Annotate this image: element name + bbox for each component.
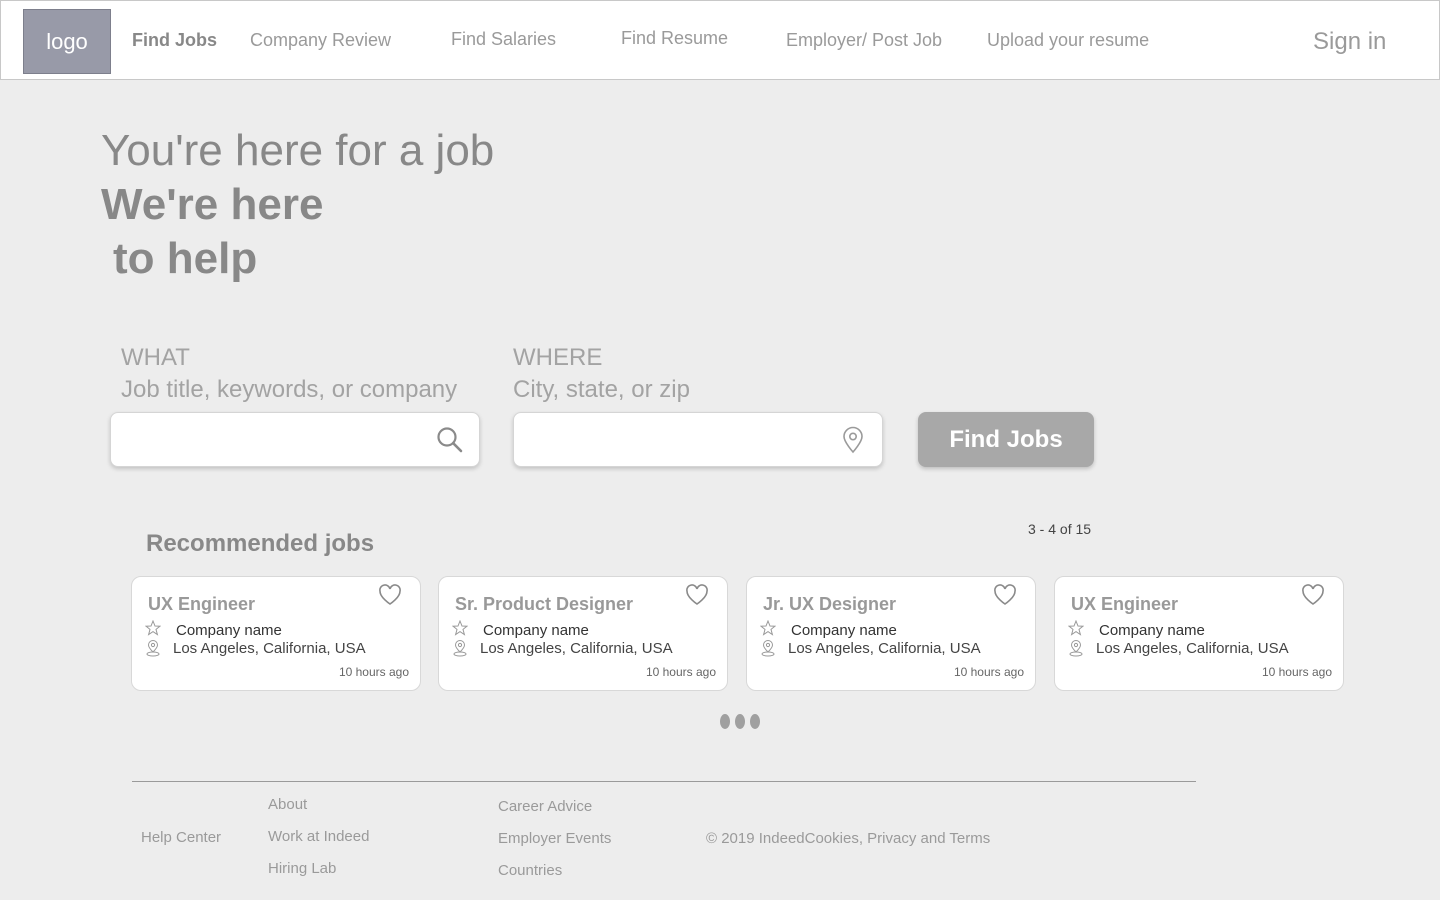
posted-time: 10 hours ago — [338, 665, 409, 679]
recommended-jobs-title: Recommended jobs — [146, 530, 375, 557]
nav-find-salaries[interactable]: Find Salaries — [451, 29, 556, 50]
hero-heading: You're here for a job — [101, 126, 495, 175]
job-card[interactable]: UX Engineer Company name Los Angeles, Ca… — [131, 576, 421, 691]
what-label: WHAT — [121, 344, 190, 371]
star-icon — [452, 620, 468, 636]
job-title: UX Engineer — [1071, 594, 1179, 614]
company-name: Company name — [1099, 622, 1205, 639]
nav-company-review[interactable]: Company Review — [250, 30, 391, 51]
job-location: Los Angeles, California, USA — [788, 640, 981, 657]
company-name: Company name — [483, 622, 589, 639]
hero-subheading-line-2: to help — [113, 234, 258, 283]
heart-icon[interactable] — [1301, 584, 1325, 606]
find-jobs-button[interactable]: Find Jobs — [918, 412, 1094, 467]
where-search-field — [513, 412, 883, 467]
nav-employer-post-job[interactable]: Employer/ Post Job — [786, 30, 942, 51]
footer-countries[interactable]: Countries — [498, 862, 562, 879]
posted-time: 10 hours ago — [1261, 665, 1332, 679]
hero-subheading-line-1: We're here — [101, 180, 324, 229]
top-navigation-bar: logo Find Jobs Company Review Find Salar… — [0, 0, 1440, 80]
where-input[interactable] — [514, 413, 882, 466]
footer-divider — [132, 781, 1196, 782]
job-card[interactable]: UX Engineer Company name Los Angeles, Ca… — [1054, 576, 1344, 691]
heart-icon[interactable] — [685, 584, 709, 606]
where-label: WHERE — [513, 344, 603, 371]
star-icon — [145, 620, 161, 636]
footer-help-center[interactable]: Help Center — [141, 829, 221, 846]
where-hint: City, state, or zip — [513, 376, 690, 403]
job-card[interactable]: Sr. Product Designer Company name Los An… — [438, 576, 728, 691]
dot — [735, 714, 745, 729]
what-search-field — [110, 412, 480, 467]
job-title: Jr. UX Designer — [763, 594, 897, 614]
job-location: Los Angeles, California, USA — [173, 640, 366, 657]
footer-copyright: © 2019 IndeedCookies, Privacy and Terms — [706, 830, 991, 847]
job-title: UX Engineer — [148, 594, 256, 614]
location-pin-icon — [453, 640, 467, 657]
what-input[interactable] — [111, 413, 479, 466]
heart-icon[interactable] — [993, 584, 1017, 606]
dot — [720, 714, 730, 729]
sign-in-link[interactable]: Sign in — [1313, 28, 1386, 56]
location-pin-icon — [761, 640, 775, 657]
dot — [750, 714, 760, 729]
company-name: Company name — [791, 622, 897, 639]
job-location: Los Angeles, California, USA — [1096, 640, 1289, 657]
footer-about[interactable]: About — [268, 796, 307, 813]
pagination-status: 3 - 4 of 15 — [1028, 521, 1092, 537]
location-pin-icon — [1069, 640, 1083, 657]
nav-upload-resume[interactable]: Upload your resume — [987, 30, 1149, 51]
location-pin-icon — [146, 640, 160, 657]
posted-time: 10 hours ago — [953, 665, 1024, 679]
company-name: Company name — [176, 622, 282, 639]
job-card[interactable]: Jr. UX Designer Company name Los Angeles… — [746, 576, 1036, 691]
job-location: Los Angeles, California, USA — [480, 640, 673, 657]
posted-time: 10 hours ago — [645, 665, 716, 679]
nav-find-jobs[interactable]: Find Jobs — [132, 30, 217, 51]
heart-icon[interactable] — [378, 584, 402, 606]
more-dots-icon[interactable] — [720, 714, 760, 729]
what-hint: Job title, keywords, or company — [121, 376, 458, 403]
job-title: Sr. Product Designer — [455, 594, 634, 614]
footer-employer-events[interactable]: Employer Events — [498, 830, 611, 847]
footer-hiring-lab[interactable]: Hiring Lab — [268, 860, 336, 877]
logo[interactable]: logo — [23, 9, 111, 74]
footer-work-at-indeed[interactable]: Work at Indeed — [268, 828, 369, 845]
star-icon — [1068, 620, 1084, 636]
star-icon — [760, 620, 776, 636]
nav-find-resume[interactable]: Find Resume — [621, 28, 728, 49]
location-pin-icon — [843, 426, 863, 454]
search-icon[interactable] — [435, 425, 465, 455]
footer-career-advice[interactable]: Career Advice — [498, 798, 592, 815]
